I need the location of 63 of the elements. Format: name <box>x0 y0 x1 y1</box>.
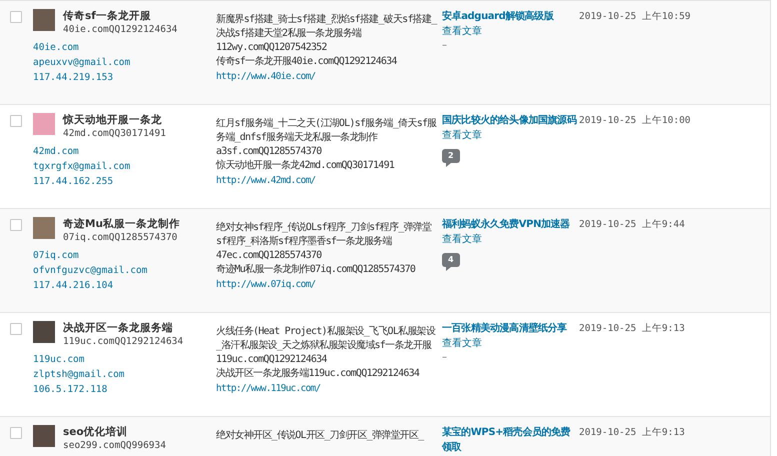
author-email-link[interactable]: zlptsh@gmail.com <box>33 367 125 382</box>
view-post-link[interactable]: 查看文章 <box>442 24 482 39</box>
author-note: 40ie.comQQ1292124634 <box>63 23 178 37</box>
author-ip-link[interactable]: 106.5.172.118 <box>33 382 108 397</box>
row-checkbox[interactable] <box>10 11 22 23</box>
post-title-link[interactable]: 某宝的WPS+稻壳会员的免费领取 <box>442 425 579 455</box>
avatar-placeholder <box>33 321 55 343</box>
author-url-link[interactable]: 40ie.com <box>33 40 79 55</box>
author-note: 42md.comQQ30171491 <box>63 127 166 141</box>
comment-text: 绝对女神sf程序_传说OLsf程序_刀剑sf程序_弹弹堂sf程序_科洛斯sf程序墨香sf一条龙服务端 <box>216 221 432 249</box>
no-comments-mark: – <box>442 39 447 52</box>
author-ip-link[interactable]: 117.44.216.104 <box>33 278 114 293</box>
author-ip-link[interactable]: 117.44.162.255 <box>33 174 114 189</box>
row-checkbox[interactable] <box>10 115 22 127</box>
comment-link[interactable]: http://www.42md.com/ <box>216 173 316 188</box>
author-note: 07iq.comQQ1285574370 <box>63 231 178 245</box>
author-email-link[interactable]: apeuxvv@gmail.com <box>33 55 130 70</box>
author-name: 决战开区一条龙服务端 <box>63 321 174 335</box>
author-name: 传奇sf一条龙开服 <box>63 9 152 23</box>
author-name: 奇迹Mu私服一条龙制作 <box>63 217 180 231</box>
post-title-link[interactable]: 国庆比较火的给头像加国旗源码 <box>442 113 579 128</box>
comment-text: 决战开区一条龙服务端119uc.comQQ1292124634 <box>216 367 420 381</box>
author-name: 惊天动地开服一条龙 <box>63 113 163 127</box>
avatar-placeholder <box>33 425 55 447</box>
author-email-link[interactable]: ofvnfguzvc@gmail.com <box>33 263 148 278</box>
view-post-link[interactable]: 查看文章 <box>442 232 482 247</box>
comment-text: 新魔界sf搭建_骑士sf搭建_烈焰sf搭建_破天sf搭建_决战sf搭建天堂2私服一条龙服务端 <box>216 13 438 41</box>
post-title-link[interactable]: 福利蚂蚁永久免费VPN加速器 <box>442 217 579 232</box>
view-post-link[interactable]: 查看文章 <box>442 128 482 143</box>
author-note: 119uc.comQQ1292124634 <box>63 335 184 349</box>
author-url-link[interactable]: 119uc.com <box>33 352 84 367</box>
author-email-link[interactable]: tgxrgfx@gmail.com <box>33 159 130 174</box>
comment-text: 112wy.comQQ1207542352 <box>216 41 328 55</box>
comment-date: 2019-10-25 上午10:00 <box>579 114 692 128</box>
comment-date: 2019-10-25 上午9:44 <box>579 218 686 232</box>
comment-text: 火线任务(Heat Project)私服架设_飞飞OL私服架设_洛汗私服架设_天之炼狱私服架设魔域sf一条龙开服119uc.comQQ1292124634 <box>216 325 436 367</box>
post-title-link[interactable]: 一百张精美动漫高清壁纸分享 <box>442 321 579 336</box>
avatar-placeholder <box>33 9 55 31</box>
author-name: seo优化培训 <box>63 425 129 439</box>
comment-text: 绝对女神开区_传说OL开区_刀剑开区_弹弹堂开区_ <box>216 429 425 443</box>
author-note: seo299.comQQ996934 <box>63 439 166 453</box>
author-url-link[interactable]: 07iq.com <box>33 248 79 263</box>
comment-date: 2019-10-25 上午9:13 <box>579 426 686 440</box>
author-ip-link[interactable]: 117.44.219.153 <box>33 70 114 85</box>
post-title-link[interactable]: 安卓adguard解锁高级版 <box>442 9 579 24</box>
avatar-placeholder <box>33 113 55 135</box>
comment-link[interactable]: http://www.40ie.com/ <box>216 69 316 84</box>
row-checkbox[interactable] <box>10 427 22 439</box>
avatar-placeholder <box>33 217 55 239</box>
comment-text: 传奇sf一条龙开服40ie.comQQ1292124634 <box>216 55 398 69</box>
no-comments-mark: – <box>442 351 447 364</box>
comment-text: 惊天动地开服一条龙42md.comQQ30171491 <box>216 159 396 173</box>
row-checkbox[interactable] <box>10 219 22 231</box>
comment-text: 奇迹Mu私服一条龙制作07iq.comQQ1285574370 <box>216 263 416 277</box>
comment-date: 2019-10-25 上午9:13 <box>579 322 686 336</box>
comment-text: 47ec.comQQ1285574370 <box>216 249 322 263</box>
comment-link[interactable]: http://www.119uc.com/ <box>216 381 320 396</box>
author-url-link[interactable]: 42md.com <box>33 144 79 159</box>
view-post-link[interactable]: 查看文章 <box>442 336 482 351</box>
row-checkbox[interactable] <box>10 323 22 335</box>
comment-date: 2019-10-25 上午10:59 <box>579 10 692 24</box>
comment-text: a3sf.comQQ1285574370 <box>216 145 322 159</box>
comment-link[interactable]: http://www.07iq.com/ <box>216 277 316 292</box>
